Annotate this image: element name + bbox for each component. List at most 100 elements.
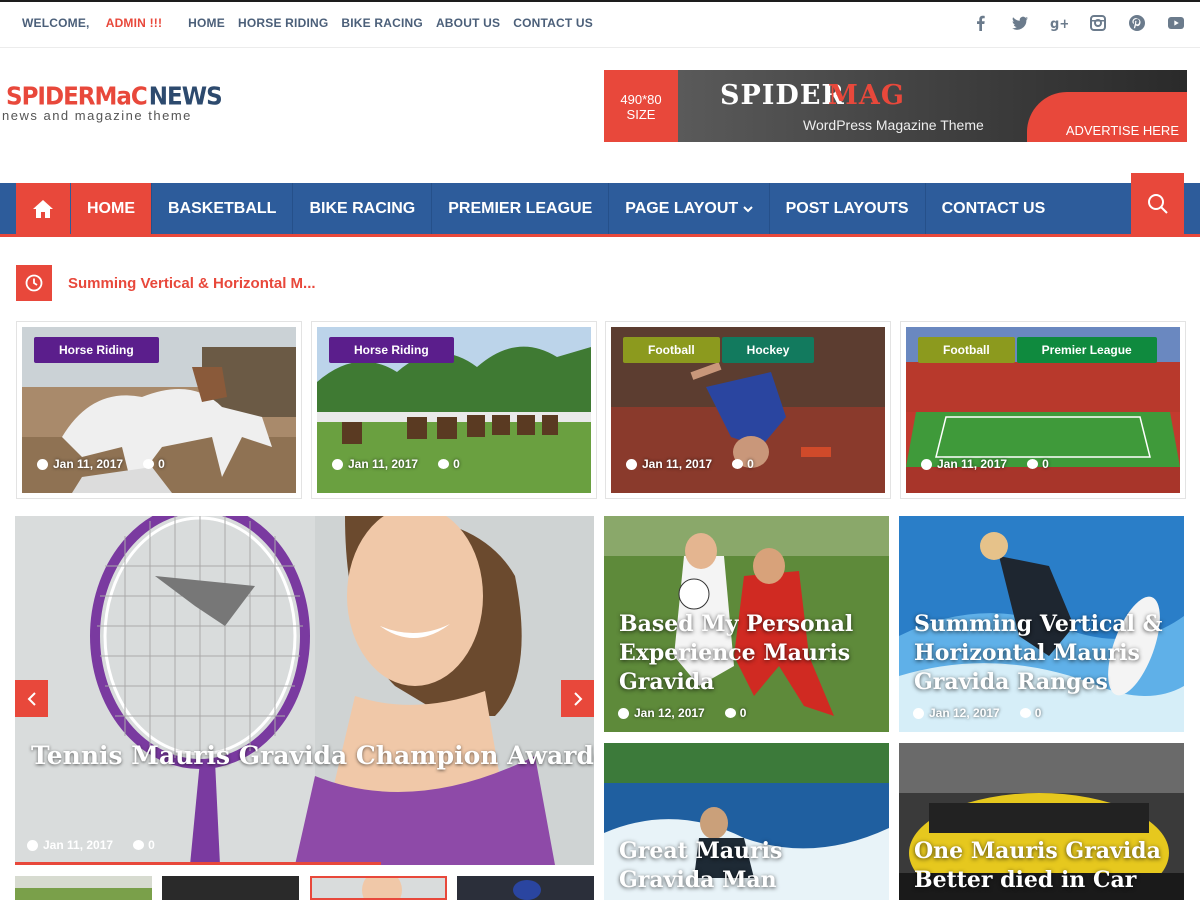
category-tag[interactable]: Horse Riding bbox=[34, 337, 159, 363]
clock-icon bbox=[921, 458, 932, 470]
slider-thumbnail[interactable] bbox=[162, 876, 299, 900]
ticker-headline[interactable]: Summing Vertical & Horizontal M... bbox=[68, 275, 316, 292]
post-categories: Football Hockey bbox=[623, 337, 816, 363]
ad-size-label: SIZE bbox=[626, 107, 656, 122]
post-title[interactable]: Based My Personal Experience Mauris Grav… bbox=[619, 610, 879, 697]
post-date: Jan 11, 2017 bbox=[937, 457, 1008, 471]
comment-count: 0 bbox=[1034, 706, 1042, 720]
nav-item-bike-racing[interactable]: BIKE RACING bbox=[293, 183, 433, 234]
slider-thumbnail[interactable] bbox=[15, 876, 152, 900]
nav-items: HOME BASKETBALL BIKE RACING PREMIER LEAG… bbox=[71, 183, 1061, 234]
grid-post-card[interactable]: Based My Personal Experience Mauris Grav… bbox=[604, 516, 889, 732]
instagram-icon[interactable] bbox=[1088, 14, 1108, 34]
slider-date: Jan 11, 2017 bbox=[43, 838, 114, 852]
search-icon[interactable] bbox=[1131, 173, 1184, 234]
comment-count: 0 bbox=[158, 457, 165, 471]
post-categories: Horse Riding bbox=[329, 337, 456, 363]
social-links: g+ bbox=[952, 14, 1186, 34]
slider-image bbox=[15, 516, 594, 865]
ad-brand-spider: SPIDER bbox=[720, 80, 845, 111]
category-tag[interactable]: Football bbox=[918, 337, 1015, 363]
pinterest-icon[interactable] bbox=[1127, 14, 1147, 34]
post-meta: Jan 11, 2017 0 bbox=[626, 457, 754, 471]
slider-meta: Jan 11, 2017 0 bbox=[27, 838, 155, 852]
small-post-card[interactable]: Horse Riding Jan 11, 2017 0 bbox=[311, 321, 597, 499]
post-date: Jan 11, 2017 bbox=[53, 457, 124, 471]
admin-link[interactable]: ADMIN !!! bbox=[106, 16, 162, 30]
chevron-right-icon bbox=[571, 686, 585, 712]
category-tag[interactable]: Premier League bbox=[1016, 337, 1157, 363]
category-tag[interactable]: Horse Riding bbox=[329, 337, 454, 363]
comment-count: 0 bbox=[453, 457, 460, 471]
small-post-card[interactable]: Horse Riding Jan 11, 2017 0 bbox=[16, 321, 302, 499]
clock-icon bbox=[332, 458, 343, 470]
category-tag[interactable]: Football bbox=[623, 337, 720, 363]
google-plus-icon[interactable]: g+ bbox=[1049, 14, 1070, 34]
clock-icon bbox=[16, 265, 52, 301]
grid-post-card[interactable]: Great Mauris Gravida Man bbox=[604, 743, 889, 900]
site-logo[interactable]: SPIDERMaCNEWS news and magazine theme bbox=[2, 82, 223, 123]
nav-item-basketball[interactable]: BASKETBALL bbox=[152, 183, 294, 234]
slider-thumbnail[interactable] bbox=[457, 876, 594, 900]
post-date: Jan 12, 2017 bbox=[634, 706, 705, 720]
nav-item-page-layout-label: PAGE LAYOUT bbox=[625, 200, 739, 217]
ad-size-value: 490*80 bbox=[620, 92, 662, 107]
grid-post-card[interactable]: One Mauris Gravida Better died in Car bbox=[899, 743, 1184, 900]
news-ticker: Summing Vertical & Horizontal M... bbox=[16, 265, 1184, 301]
nav-item-premier-league[interactable]: PREMIER LEAGUE bbox=[432, 183, 610, 234]
post-title[interactable]: Great Mauris Gravida Man bbox=[619, 837, 879, 895]
post-image: Football Premier League Jan 11, 2017 0 bbox=[906, 327, 1180, 493]
youtube-icon[interactable] bbox=[1166, 14, 1186, 34]
small-post-card[interactable]: Football Hockey Jan 11, 2017 0 bbox=[605, 321, 891, 499]
nav-item-post-layouts[interactable]: POST LAYOUTS bbox=[770, 183, 926, 234]
top-link-home[interactable]: HOME bbox=[188, 16, 225, 30]
category-tag[interactable]: Hockey bbox=[721, 337, 815, 363]
post-meta: Jan 12, 2017 0 bbox=[913, 706, 1041, 720]
post-image: Horse Riding Jan 11, 2017 0 bbox=[317, 327, 591, 493]
top-link-horse-riding[interactable]: HORSE RIDING bbox=[238, 16, 328, 30]
comment-icon bbox=[133, 840, 145, 850]
post-image: Horse Riding Jan 11, 2017 0 bbox=[22, 327, 296, 493]
clock-icon bbox=[913, 707, 924, 719]
slider-title[interactable]: Tennis Mauris Gravida Champion Awarded bbox=[31, 741, 594, 770]
nav-item-contact-us[interactable]: CONTACT US bbox=[926, 183, 1062, 234]
ad-brand-mag: MAG bbox=[828, 80, 905, 111]
nav-item-home[interactable]: HOME bbox=[71, 183, 152, 234]
comment-icon bbox=[1019, 708, 1031, 718]
slider-thumbnail[interactable] bbox=[310, 876, 447, 900]
post-meta: Jan 11, 2017 0 bbox=[332, 457, 460, 471]
comment-icon bbox=[143, 459, 155, 469]
svg-text:g+: g+ bbox=[1050, 17, 1068, 32]
grid-post-card[interactable]: Summing Vertical & Horizontal Mauris Gra… bbox=[899, 516, 1184, 732]
small-post-card[interactable]: Football Premier League Jan 11, 2017 0 bbox=[900, 321, 1186, 499]
slider-next-button[interactable] bbox=[561, 680, 594, 717]
post-date: Jan 11, 2017 bbox=[348, 457, 419, 471]
slider-progress-bar bbox=[15, 862, 381, 865]
post-meta: Jan 12, 2017 0 bbox=[618, 706, 746, 720]
home-icon[interactable] bbox=[16, 183, 70, 234]
advertise-banner[interactable]: 490*80 SIZE SPIDER MAG WordPress Magazin… bbox=[604, 70, 1187, 142]
twitter-icon[interactable] bbox=[1010, 14, 1030, 34]
clock-icon bbox=[618, 707, 629, 719]
slider-thumbnails bbox=[15, 876, 595, 900]
facebook-icon[interactable] bbox=[971, 14, 991, 34]
top-link-about-us[interactable]: ABOUT US bbox=[436, 16, 500, 30]
welcome-text: WELCOME, ADMIN !!! bbox=[22, 16, 163, 30]
main-slider[interactable]: Tennis Mauris Gravida Champion Awarded J… bbox=[15, 516, 594, 865]
post-meta: Jan 11, 2017 0 bbox=[921, 457, 1049, 471]
post-meta: Jan 11, 2017 0 bbox=[37, 457, 165, 471]
post-title[interactable]: One Mauris Gravida Better died in Car bbox=[914, 837, 1174, 895]
post-date: Jan 11, 2017 bbox=[642, 457, 713, 471]
top-link-bike-racing[interactable]: BIKE RACING bbox=[341, 16, 423, 30]
nav-item-page-layout[interactable]: PAGE LAYOUT bbox=[609, 183, 770, 234]
comment-icon bbox=[724, 708, 736, 718]
comment-count: 0 bbox=[1042, 457, 1049, 471]
logo-text-spidermag: SPIDERMaC bbox=[6, 82, 148, 112]
slider-prev-button[interactable] bbox=[15, 680, 48, 717]
top-link-contact-us[interactable]: CONTACT US bbox=[513, 16, 593, 30]
clock-icon bbox=[626, 458, 637, 470]
post-title[interactable]: Summing Vertical & Horizontal Mauris Gra… bbox=[914, 610, 1174, 697]
comment-count: 0 bbox=[747, 457, 754, 471]
comment-icon bbox=[1027, 459, 1039, 469]
comment-icon bbox=[438, 459, 450, 469]
